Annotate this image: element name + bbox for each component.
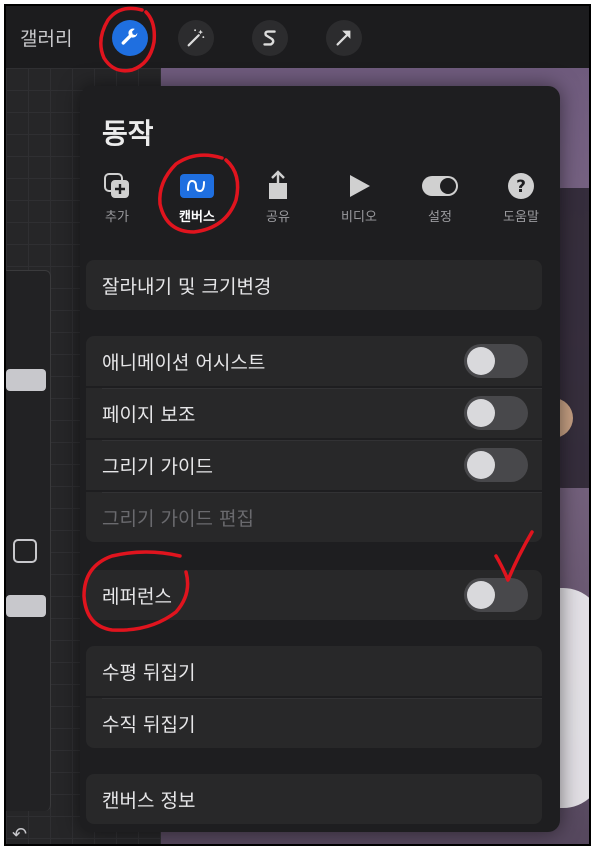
row-label: 잘라내기 및 크기변경: [102, 275, 272, 298]
tab-preferences[interactable]: 설정: [405, 170, 475, 225]
top-toolbar: 갤러리: [6, 6, 589, 68]
tab-label: 비디오: [341, 210, 377, 225]
tab-share[interactable]: 공유: [243, 170, 313, 225]
app-frame: 갤러리 ↶ 동작 추가 캔버스 공유 비디오 설정 ? 도움말 잘라내기 및 크…: [4, 4, 591, 846]
row-label: 그리기 가이드 편집: [102, 507, 254, 530]
svg-text:?: ?: [516, 177, 526, 197]
page-assist-toggle[interactable]: [464, 396, 528, 430]
page-assist-row: 페이지 보조: [86, 388, 542, 438]
undo-icon[interactable]: ↶: [12, 824, 27, 844]
transform-arrow-icon: [336, 30, 351, 46]
tab-label: 도움말: [503, 210, 539, 225]
tab-label: 추가: [105, 210, 129, 225]
tab-canvas[interactable]: 캔버스: [162, 170, 232, 225]
drawing-guide-row: 그리기 가이드: [86, 440, 542, 490]
flip-vertical-row[interactable]: 수직 뒤집기: [86, 698, 542, 748]
adjustments-button[interactable]: [178, 20, 214, 56]
transform-button[interactable]: [326, 20, 362, 56]
crop-resize-row[interactable]: 잘라내기 및 크기변경: [86, 260, 542, 310]
brush-size-slider[interactable]: [6, 369, 46, 391]
tab-label: 설정: [428, 210, 452, 225]
actions-tabs: 추가 캔버스 공유 비디오 설정 ? 도움말: [80, 170, 560, 230]
help-icon: ?: [508, 173, 534, 199]
tab-add[interactable]: 추가: [82, 170, 152, 225]
flip-horizontal-row[interactable]: 수평 뒤집기: [86, 646, 542, 696]
reference-toggle[interactable]: [464, 578, 528, 612]
play-icon: [350, 175, 370, 197]
selection-s-icon: [263, 30, 276, 46]
row-label: 캔버스 정보: [102, 789, 196, 812]
row-label: 그리기 가이드: [102, 455, 213, 478]
row-label: 애니메이션 어시스트: [102, 351, 266, 374]
opacity-slider[interactable]: [6, 595, 46, 617]
add-layers-icon: [104, 173, 129, 198]
toggle-icon: [422, 176, 458, 196]
drawing-guide-toggle[interactable]: [464, 448, 528, 482]
gallery-button[interactable]: 갤러리: [20, 24, 72, 51]
row-label: 페이지 보조: [102, 403, 196, 426]
modify-button[interactable]: [13, 539, 37, 563]
row-label: 수평 뒤집기: [102, 661, 196, 684]
animation-assist-toggle[interactable]: [464, 344, 528, 378]
row-label: 수직 뒤집기: [102, 713, 196, 736]
edit-drawing-guide-row: 그리기 가이드 편집: [86, 492, 542, 542]
canvas-info-row[interactable]: 캔버스 정보: [86, 774, 542, 824]
reference-row: 레퍼런스: [86, 570, 542, 620]
tab-help[interactable]: ? 도움말: [486, 170, 556, 225]
magic-wand-icon: [187, 29, 205, 47]
left-sidebar: [6, 270, 51, 811]
selection-button[interactable]: [252, 20, 288, 56]
tab-label: 캔버스: [179, 210, 215, 225]
row-label: 레퍼런스: [102, 585, 172, 608]
tab-video[interactable]: 비디오: [324, 170, 394, 225]
actions-button[interactable]: [112, 20, 148, 56]
wrench-icon: [121, 28, 138, 45]
tab-label: 공유: [266, 210, 290, 225]
actions-panel: 동작 추가 캔버스 공유 비디오 설정 ? 도움말 잘라내기 및 크기변경 애니…: [80, 86, 560, 832]
canvas-wave-icon: [187, 179, 205, 193]
share-icon: [269, 170, 287, 199]
panel-title: 동작: [102, 117, 154, 150]
animation-assist-row: 애니메이션 어시스트: [86, 336, 542, 386]
